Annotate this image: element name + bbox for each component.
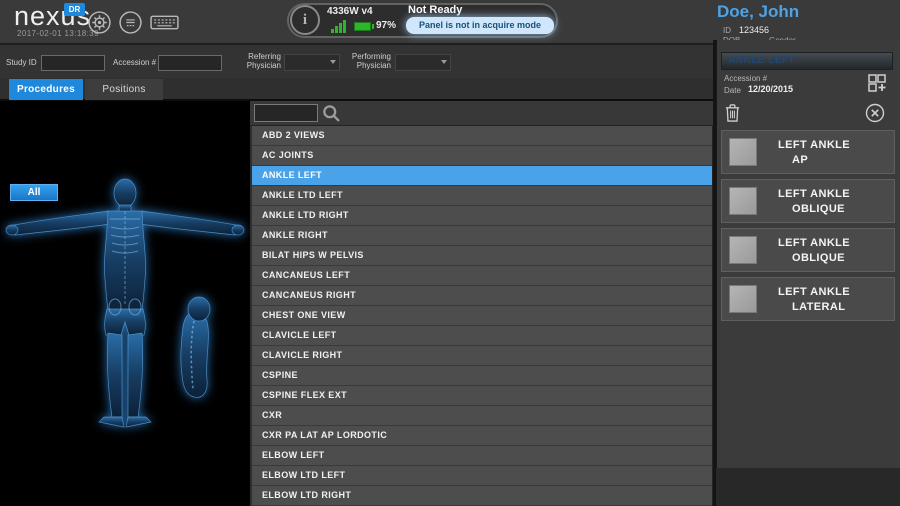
performing-physician-label: Performing Physician bbox=[345, 52, 391, 70]
detector-name: 4336W v4 bbox=[327, 6, 373, 17]
bottom-right-area bbox=[716, 468, 900, 506]
procedure-row[interactable]: CXR bbox=[252, 406, 712, 426]
procedure-row[interactable]: CLAVICLE LEFT bbox=[252, 326, 712, 346]
view-card[interactable]: LEFT ANKLE OBLIQUE bbox=[721, 179, 895, 223]
keyboard-icon[interactable] bbox=[149, 10, 180, 35]
procedure-row[interactable]: ANKLE LTD RIGHT bbox=[252, 206, 712, 226]
search-icon[interactable] bbox=[321, 103, 342, 124]
view-list: LEFT ANKLE AP LEFT ANKLE OBLIQUE LEFT AN… bbox=[721, 130, 895, 326]
logo-dr-badge: DR bbox=[64, 3, 85, 16]
procedure-row[interactable]: BILAT HIPS W PELVIS bbox=[252, 246, 712, 266]
accession-input[interactable] bbox=[158, 55, 222, 71]
study-form-row: Study ID Accession # Referring Physician… bbox=[0, 45, 713, 78]
patient-id-label: ID bbox=[723, 26, 731, 35]
view-position: OBLIQUE bbox=[792, 252, 845, 264]
referring-physician-label: Referring Physician bbox=[235, 52, 281, 70]
study-id-input[interactable] bbox=[41, 55, 105, 71]
signal-strength-icon bbox=[331, 20, 351, 33]
procedure-row[interactable]: AC JOINTS bbox=[252, 146, 712, 166]
procedure-row[interactable]: ELBOW LTD LEFT bbox=[252, 466, 712, 486]
view-thumbnail bbox=[729, 138, 757, 166]
view-card[interactable]: LEFT ANKLE AP bbox=[721, 130, 895, 174]
all-body-parts-button[interactable]: All bbox=[10, 184, 58, 201]
body-xray-figure[interactable] bbox=[0, 161, 250, 506]
procedure-row[interactable]: ABD 2 VIEWS bbox=[252, 126, 712, 146]
view-position: LATERAL bbox=[792, 301, 845, 313]
procedure-row[interactable]: CSPINE bbox=[252, 366, 712, 386]
add-view-icon[interactable] bbox=[866, 72, 890, 96]
procedure-row[interactable]: ELBOW LEFT bbox=[252, 446, 712, 466]
procedure-date-label: Date bbox=[724, 86, 741, 95]
patient-id-value: 123456 bbox=[739, 25, 769, 35]
performing-physician-dropdown[interactable] bbox=[395, 54, 451, 71]
procedure-list: ABD 2 VIEWS AC JOINTS ANKLE LEFT ANKLE L… bbox=[252, 126, 712, 506]
view-name: LEFT ANKLE bbox=[778, 237, 850, 249]
view-card[interactable]: LEFT ANKLE LATERAL bbox=[721, 277, 895, 321]
view-name: LEFT ANKLE bbox=[778, 188, 850, 200]
info-icon[interactable]: i bbox=[290, 5, 320, 35]
selected-procedure-title[interactable]: ANKLE LEFT bbox=[721, 52, 893, 70]
procedure-date-value: 12/20/2015 bbox=[748, 84, 793, 94]
procedure-row[interactable]: ANKLE RIGHT bbox=[252, 226, 712, 246]
procedure-row[interactable]: CSPINE FLEX EXT bbox=[252, 386, 712, 406]
top-bar: nexus DR 2017-02-01 13:18:39 i bbox=[0, 0, 900, 45]
generator-console-icon[interactable] bbox=[118, 10, 143, 35]
procedure-row[interactable]: CLAVICLE RIGHT bbox=[252, 346, 712, 366]
close-icon[interactable] bbox=[865, 103, 885, 123]
procedure-row[interactable]: ANKLE LTD LEFT bbox=[252, 186, 712, 206]
view-thumbnail bbox=[729, 187, 757, 215]
referring-physician-dropdown[interactable] bbox=[284, 54, 340, 71]
procedure-accession-label: Accession # bbox=[724, 74, 767, 83]
view-name: LEFT ANKLE bbox=[778, 139, 850, 151]
tab-procedures[interactable]: Procedures bbox=[9, 79, 83, 100]
app-window: nexus DR 2017-02-01 13:18:39 i bbox=[0, 0, 900, 506]
battery-icon bbox=[354, 22, 371, 31]
chevron-down-icon bbox=[441, 60, 447, 64]
tab-positions[interactable]: Positions bbox=[85, 79, 163, 100]
procedure-search-bar bbox=[250, 101, 713, 126]
view-position: AP bbox=[792, 154, 808, 166]
procedure-row[interactable]: CHEST ONE VIEW bbox=[252, 306, 712, 326]
panel-state-label: Not Ready bbox=[408, 4, 462, 16]
trash-icon[interactable] bbox=[724, 103, 741, 123]
view-card[interactable]: LEFT ANKLE OBLIQUE bbox=[721, 228, 895, 272]
procedure-row[interactable]: CXR PA LAT AP LORDOTIC bbox=[252, 426, 712, 446]
procedure-row[interactable]: ELBOW LTD RIGHT bbox=[252, 486, 712, 506]
panel-status-message: Panel is not in acquire mode bbox=[406, 17, 554, 34]
procedure-row[interactable]: CANCANEUS LEFT bbox=[252, 266, 712, 286]
view-thumbnail bbox=[729, 236, 757, 264]
accession-label: Accession # bbox=[113, 58, 156, 67]
settings-gear-icon[interactable] bbox=[87, 10, 112, 35]
battery-percent: 97% bbox=[376, 20, 396, 31]
body-map-panel: All bbox=[0, 101, 250, 506]
view-thumbnail bbox=[729, 285, 757, 313]
patient-name[interactable]: Doe, John bbox=[717, 2, 799, 22]
search-input[interactable] bbox=[254, 104, 318, 122]
view-position: OBLIQUE bbox=[792, 203, 845, 215]
view-name: LEFT ANKLE bbox=[778, 286, 850, 298]
study-id-label: Study ID bbox=[6, 58, 37, 67]
procedure-row[interactable]: CANCANEUS RIGHT bbox=[252, 286, 712, 306]
procedure-row[interactable]: ANKLE LEFT bbox=[252, 166, 712, 186]
chevron-down-icon bbox=[330, 60, 336, 64]
